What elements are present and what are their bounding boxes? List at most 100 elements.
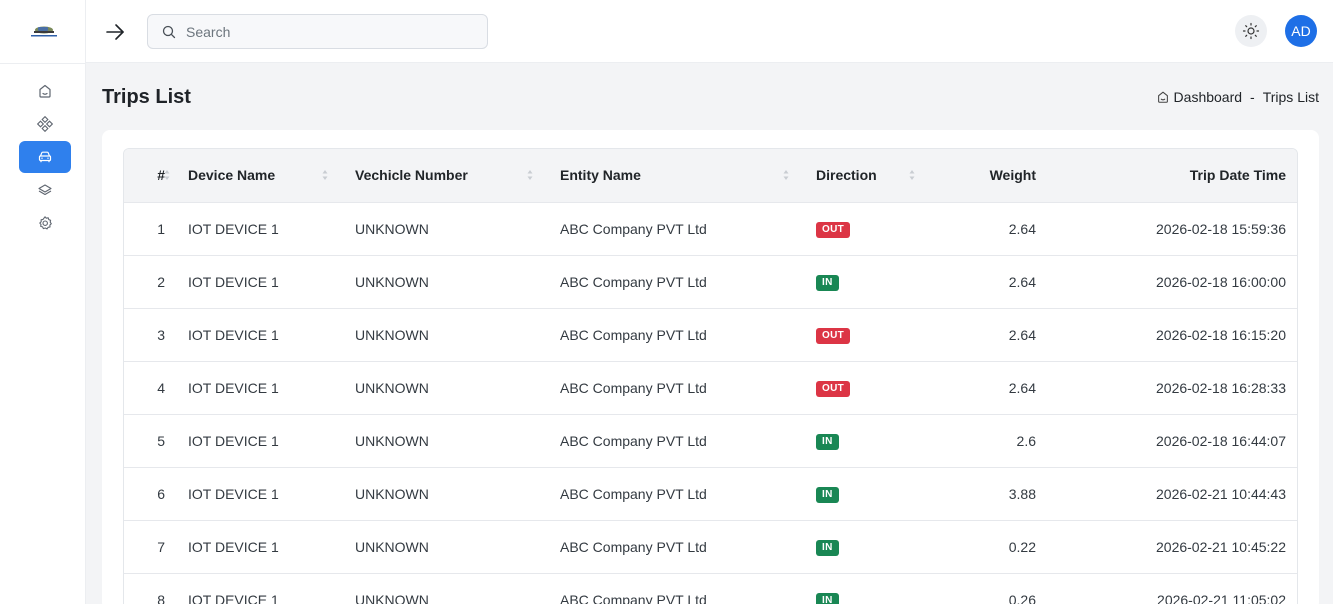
column-header-label: Weight — [989, 167, 1036, 184]
entity-name-cell: ABC Company PVT Ltd — [560, 591, 707, 604]
trip-date-time-cell: 2026-02-18 16:44:07 — [1156, 432, 1286, 449]
breadcrumb-current: Trips List — [1262, 89, 1319, 105]
column-header-trip-date-time[interactable]: Trip Date Time — [1036, 149, 1297, 202]
vehicle-number-cell: UNKNOWN — [355, 432, 429, 449]
column-header-entity-name[interactable]: Entity Name — [560, 149, 816, 202]
direction-badge: IN — [816, 487, 839, 503]
entity-name-cell: ABC Company PVT Ltd — [560, 220, 707, 237]
column-header-weight[interactable]: Weight — [936, 149, 1036, 202]
trips-table-container: # Device Name Vechicle Number Entity Nam… — [123, 148, 1298, 604]
direction-badge: OUT — [816, 328, 851, 344]
table-row[interactable]: 7 IOT DEVICE 1 UNKNOWN ABC Company PVT Ltd I… — [124, 520, 1297, 573]
entity-name-cell: ABC Company PVT Ltd — [560, 273, 707, 290]
avatar[interactable]: AD — [1285, 15, 1317, 47]
sort-icon[interactable] — [322, 169, 328, 181]
weight-cell: 2.64 — [1008, 326, 1036, 343]
theme-toggle-button[interactable] — [1235, 15, 1267, 47]
weight-cell: 2.64 — [1008, 379, 1036, 396]
device-name-cell: IOT DEVICE 1 — [188, 485, 279, 502]
table-row[interactable]: 5 IOT DEVICE 1 UNKNOWN ABC Company PVT Ltd I… — [124, 414, 1297, 467]
sidebar-toggle-button[interactable] — [103, 20, 127, 44]
table-body: 1 IOT DEVICE 1 UNKNOWN ABC Company PVT Ltd O… — [124, 202, 1297, 604]
direction-badge: OUT — [816, 381, 851, 397]
column-header-label: Device Name — [188, 167, 276, 184]
app-logo[interactable] — [28, 24, 60, 38]
arrow-right-icon — [106, 24, 124, 40]
column-header-label: Direction — [816, 167, 877, 184]
table-row[interactable]: 8 IOT DEVICE 1 UNKNOWN ABC Company PVT Ltd I… — [124, 573, 1297, 604]
search-box[interactable] — [147, 14, 488, 49]
entity-name-cell: ABC Company PVT Ltd — [560, 485, 707, 502]
table-row[interactable]: 4 IOT DEVICE 1 UNKNOWN ABC Company PVT Ltd O… — [124, 361, 1297, 414]
vehicle-number-cell: UNKNOWN — [355, 273, 429, 290]
row-number: 4 — [157, 379, 165, 396]
weight-cell: 2.64 — [1008, 220, 1036, 237]
column-header-device-name[interactable]: Device Name — [188, 149, 355, 202]
sidebar-divider — [0, 63, 86, 64]
diamond-network-icon — [37, 116, 53, 132]
direction-cell: IN — [816, 255, 936, 308]
trip-date-time-cell: 2026-02-18 16:15:20 — [1156, 326, 1286, 343]
sidebar-item-settings[interactable] — [19, 207, 71, 239]
table-row[interactable]: 3 IOT DEVICE 1 UNKNOWN ABC Company PVT Ltd O… — [124, 308, 1297, 361]
row-number: 3 — [157, 326, 165, 343]
column-header-label: Trip Date Time — [1189, 167, 1286, 184]
trips-table: # Device Name Vechicle Number Entity Nam… — [124, 149, 1297, 604]
direction-badge: IN — [816, 275, 839, 291]
direction-cell: OUT — [816, 202, 936, 255]
row-number: 7 — [157, 538, 165, 555]
breadcrumb-home-label: Dashboard — [1173, 89, 1243, 105]
device-name-cell: IOT DEVICE 1 — [188, 326, 279, 343]
weight-cell: 0.22 — [1008, 538, 1036, 555]
weight-cell: 2.6 — [1016, 432, 1036, 449]
direction-cell: OUT — [816, 361, 936, 414]
sidebar — [0, 0, 86, 604]
column-header-label: Entity Name — [560, 167, 641, 184]
row-number: 6 — [157, 485, 165, 502]
weight-cell: 3.88 — [1008, 485, 1036, 502]
trip-date-time-cell: 2026-02-21 10:45:22 — [1156, 538, 1286, 555]
sidebar-item-home[interactable] — [19, 75, 71, 107]
device-name-cell: IOT DEVICE 1 — [188, 538, 279, 555]
weight-cell: 2.64 — [1008, 273, 1036, 290]
device-name-cell: IOT DEVICE 1 — [188, 591, 279, 604]
table-header-row: # Device Name Vechicle Number Entity Nam… — [124, 149, 1297, 202]
sidebar-item-devices[interactable] — [19, 108, 71, 140]
sort-icon[interactable] — [783, 169, 789, 181]
sort-icon[interactable] — [909, 169, 915, 181]
column-header-vehicle-number[interactable]: Vechicle Number — [355, 149, 560, 202]
table-row[interactable]: 6 IOT DEVICE 1 UNKNOWN ABC Company PVT Ltd I… — [124, 467, 1297, 520]
column-header-direction[interactable]: Direction — [816, 149, 936, 202]
page-title: Trips List — [102, 86, 191, 108]
sort-icon[interactable] — [164, 169, 170, 181]
trip-date-time-cell: 2026-02-21 11:05:02 — [1157, 591, 1286, 604]
entity-name-cell: ABC Company PVT Ltd — [560, 432, 707, 449]
device-name-cell: IOT DEVICE 1 — [188, 273, 279, 290]
column-header-num[interactable]: # — [124, 149, 188, 202]
table-row[interactable]: 1 IOT DEVICE 1 UNKNOWN ABC Company PVT Ltd O… — [124, 202, 1297, 255]
breadcrumb: Dashboard - Trips List — [1156, 89, 1319, 105]
weight-cell: 0.26 — [1008, 591, 1036, 604]
entity-name-cell: ABC Company PVT Ltd — [560, 379, 707, 396]
direction-badge: IN — [816, 540, 839, 556]
sidebar-item-trips[interactable] — [19, 141, 71, 173]
row-number: 1 — [157, 220, 165, 237]
sidebar-item-layers[interactable] — [19, 174, 71, 206]
home-icon — [1157, 91, 1168, 103]
table-row[interactable]: 2 IOT DEVICE 1 UNKNOWN ABC Company PVT Ltd I… — [124, 255, 1297, 308]
vehicle-number-cell: UNKNOWN — [355, 538, 429, 555]
device-name-cell: IOT DEVICE 1 — [188, 432, 279, 449]
trips-card: # Device Name Vechicle Number Entity Nam… — [102, 130, 1319, 604]
direction-badge: IN — [816, 434, 839, 450]
search-input[interactable] — [186, 23, 476, 40]
direction-cell: IN — [816, 414, 936, 467]
breadcrumb-home-link[interactable]: Dashboard — [1156, 89, 1243, 105]
direction-cell: IN — [816, 467, 936, 520]
car-icon — [38, 151, 52, 163]
sort-icon[interactable] — [527, 169, 533, 181]
column-header-label: Vechicle Number — [355, 167, 468, 184]
topbar: AD — [86, 0, 1333, 63]
direction-badge: OUT — [816, 222, 851, 238]
vehicle-number-cell: UNKNOWN — [355, 379, 429, 396]
device-name-cell: IOT DEVICE 1 — [188, 220, 279, 237]
